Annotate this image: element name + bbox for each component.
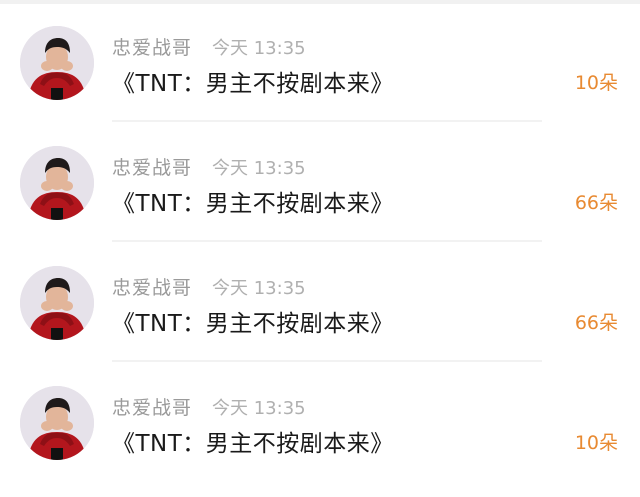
message-item[interactable]: 忠爱战哥 今天 13:35 《TNT：男主不按剧本来》 10朵 bbox=[0, 0, 640, 122]
avatar-image bbox=[20, 146, 94, 220]
message-text: 《TNT：男主不按剧本来》 bbox=[112, 431, 394, 457]
message-time: 今天 13:35 bbox=[212, 398, 306, 419]
message-time: 今天 13:35 bbox=[212, 38, 306, 59]
avatar-image bbox=[20, 26, 94, 100]
message-text: 《TNT：男主不按剧本来》 bbox=[112, 71, 394, 97]
gift-count: 10朵 bbox=[574, 72, 618, 94]
user-name[interactable]: 忠爱战哥 bbox=[112, 273, 192, 300]
gift-count: 66朵 bbox=[574, 192, 618, 214]
message-item[interactable]: 忠爱战哥 今天 13:35 《TNT：男主不按剧本来》 66朵 bbox=[0, 120, 640, 242]
avatar-image bbox=[20, 266, 94, 340]
user-name[interactable]: 忠爱战哥 bbox=[112, 393, 192, 420]
message-text: 《TNT：男主不按剧本来》 bbox=[112, 191, 394, 217]
message-feed: 忠爱战哥 今天 13:35 《TNT：男主不按剧本来》 10朵 忠爱战哥 今天 … bbox=[0, 0, 640, 497]
gift-count: 10朵 bbox=[574, 432, 618, 454]
user-name[interactable]: 忠爱战哥 bbox=[112, 33, 192, 60]
avatar-image bbox=[20, 386, 94, 460]
message-item[interactable]: 忠爱战哥 今天 13:35 《TNT：男主不按剧本来》 66朵 bbox=[0, 240, 640, 362]
gift-count: 66朵 bbox=[574, 312, 618, 334]
user-avatar[interactable] bbox=[20, 146, 94, 220]
message-time: 今天 13:35 bbox=[212, 278, 306, 299]
user-avatar[interactable] bbox=[20, 386, 94, 460]
user-name[interactable]: 忠爱战哥 bbox=[112, 153, 192, 180]
message-time: 今天 13:35 bbox=[212, 158, 306, 179]
message-text: 《TNT：男主不按剧本来》 bbox=[112, 311, 394, 337]
user-avatar[interactable] bbox=[20, 26, 94, 100]
user-avatar[interactable] bbox=[20, 266, 94, 340]
message-item[interactable]: 忠爱战哥 今天 13:35 《TNT：男主不按剧本来》 10朵 bbox=[0, 360, 640, 480]
